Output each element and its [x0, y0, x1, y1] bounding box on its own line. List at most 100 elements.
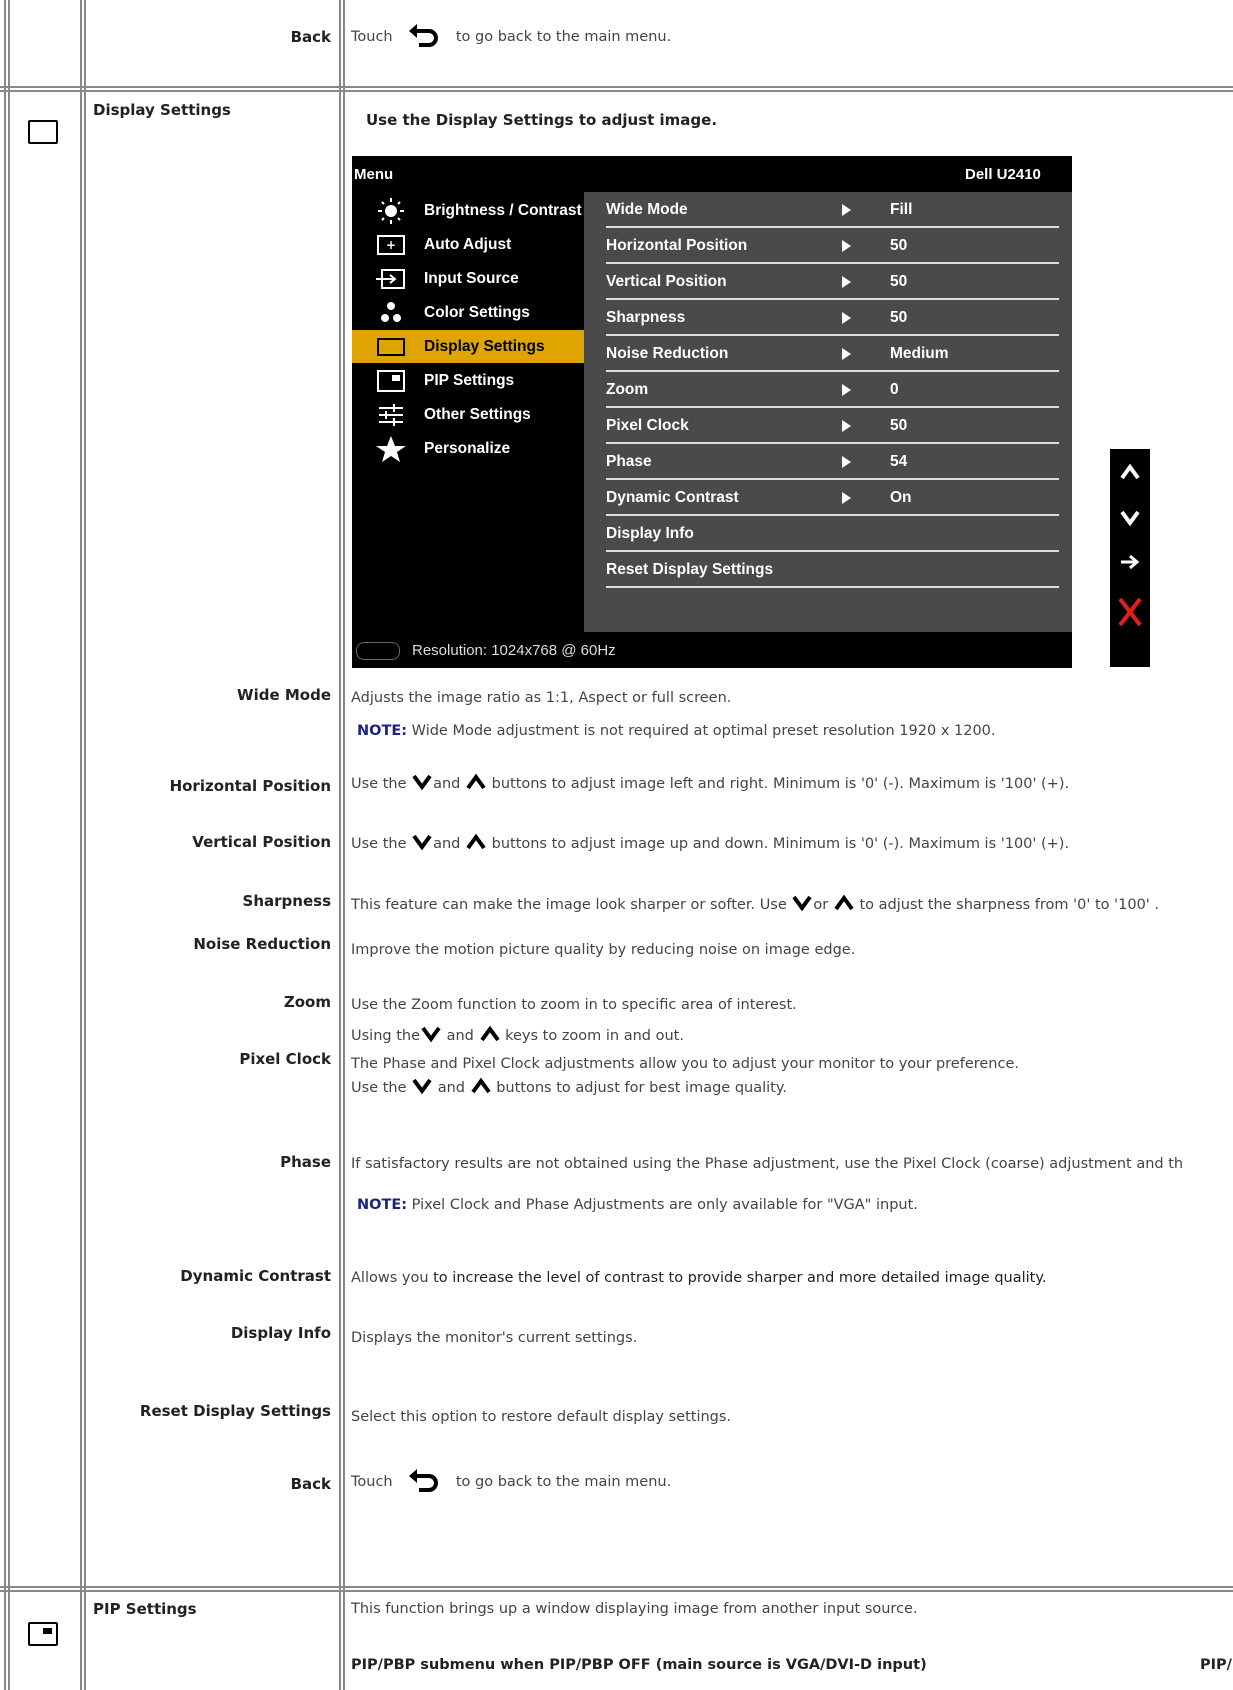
- note-label: NOTE:: [357, 723, 408, 739]
- back-icon: [407, 1465, 441, 1499]
- text-segment: Allows you: [351, 1270, 434, 1286]
- osd-sub-name: Zoom: [606, 381, 649, 398]
- row-label-sharpness: Sharpness: [242, 892, 331, 910]
- osd-header: Menu Dell U2410: [352, 156, 1072, 192]
- row-label-horizontal-position: Horizontal Position: [169, 777, 331, 795]
- back-post: to go back to the main menu.: [455, 1474, 672, 1490]
- text-segment: Using the: [351, 1028, 420, 1044]
- row-label-phase: Phase: [280, 1153, 331, 1171]
- up-arrow-icon[interactable]: [1119, 463, 1141, 485]
- osd-footer: Resolution: 1024x768 @ 60Hz: [352, 632, 1072, 668]
- osd-item-label: Color Settings: [424, 304, 530, 321]
- osd-item-personalize[interactable]: Personalize: [352, 432, 584, 465]
- color-settings-icon: [374, 299, 408, 327]
- text-segment: to adjust the sharpness from '0' to '100…: [854, 897, 1159, 913]
- osd-item-pip-settings[interactable]: PIP Settings: [352, 364, 584, 397]
- text-segment: PIP/PBP submenu when PIP/PBP OFF: [351, 1657, 656, 1673]
- input-source-icon: [374, 265, 408, 293]
- table-border-col2: [339, 0, 341, 1690]
- table-border-col1-inner: [84, 0, 86, 1690]
- osd-item-label: Input Source: [424, 270, 519, 287]
- osd-model: Dell U2410: [965, 166, 1041, 183]
- svg-text:+: +: [386, 238, 396, 252]
- osd-sub-wide-mode[interactable]: Wide Mode Fill: [606, 192, 1059, 228]
- chevron-right-icon: [842, 240, 851, 252]
- row-text-dynamic-contrast: Allows you to increase the level of cont…: [351, 1270, 1047, 1286]
- row-label-pixel-clock: Pixel Clock: [239, 1050, 331, 1068]
- osd-item-label: Display Settings: [424, 338, 545, 355]
- osd-sub-display-info[interactable]: Display Info: [606, 516, 1059, 552]
- osd-item-auto-adjust[interactable]: + Auto Adjust: [352, 228, 584, 261]
- display-settings-icon: [374, 333, 408, 361]
- osd-sub-value: 54: [890, 453, 908, 470]
- row-text-noise-reduction: Improve the motion picture quality by re…: [351, 942, 856, 958]
- row-note-wide-mode: NOTE: Wide Mode adjustment is not requir…: [357, 723, 996, 739]
- osd-submenu: Wide Mode Fill Horizontal Position 50 Vert…: [584, 192, 1072, 632]
- back-description-top: Touch to go back to the main menu.: [351, 20, 671, 54]
- up-arrow-icon: [465, 833, 487, 855]
- pip-submenu-heading: PIP/PBP submenu when PIP/PBP OFF (main s…: [351, 1657, 927, 1673]
- down-arrow-icon: [411, 1077, 433, 1099]
- star-icon: [374, 435, 408, 463]
- osd-sub-sharpness[interactable]: Sharpness 50: [606, 300, 1059, 336]
- osd-sub-value: On: [890, 489, 912, 506]
- text-segment: Use the: [351, 836, 412, 852]
- osd-sub-reset-display-settings[interactable]: Reset Display Settings: [606, 552, 1059, 588]
- osd-sub-vertical-position[interactable]: Vertical Position 50: [606, 264, 1059, 300]
- table-border-col1: [80, 0, 82, 1690]
- text-segment: and: [433, 776, 465, 792]
- osd-sub-horizontal-position[interactable]: Horizontal Position 50: [606, 228, 1059, 264]
- note-text: Pixel Clock and Phase Adjustments are on…: [407, 1197, 918, 1213]
- text-segment: This feature can make the image look sha…: [351, 897, 792, 913]
- osd-sub-value: 0: [890, 381, 899, 398]
- right-arrow-icon[interactable]: [1119, 553, 1141, 575]
- down-arrow-icon[interactable]: [1119, 509, 1141, 531]
- row-text-vertical-position: Use the and buttons to adjust image up a…: [351, 833, 1069, 855]
- pip-window-icon: [43, 1628, 52, 1634]
- text-segment: buttons to adjust image up and down. Min…: [487, 836, 1070, 852]
- osd-main-menu: Brightness / Contrast + Auto Adjust Inpu…: [352, 192, 584, 632]
- close-x-icon[interactable]: [1117, 597, 1143, 631]
- row-divider: [0, 86, 1233, 88]
- osd-item-other-settings[interactable]: Other Settings: [352, 398, 584, 431]
- pip-settings-title: PIP Settings: [93, 1600, 197, 1618]
- osd-sub-phase[interactable]: Phase 54: [606, 444, 1059, 480]
- row-divider: [0, 1590, 1233, 1592]
- osd-item-label: Personalize: [424, 440, 511, 457]
- osd-sub-name: Horizontal Position: [606, 237, 748, 254]
- text-segment: and: [433, 836, 465, 852]
- row-text-zoom: Use the Zoom function to zoom in to spec…: [351, 997, 797, 1013]
- osd-sub-dynamic-contrast[interactable]: Dynamic Contrast On: [606, 480, 1059, 516]
- back-icon: [407, 20, 441, 54]
- osd-item-label: Brightness / Contrast: [424, 202, 582, 219]
- row-text-zoom-keys: Using the and keys to zoom in and out.: [351, 1025, 684, 1047]
- osd-sub-value: 50: [890, 309, 908, 326]
- osd-item-input-source[interactable]: Input Source: [352, 262, 584, 295]
- osd-item-color-settings[interactable]: Color Settings: [352, 296, 584, 329]
- osd-sub-name: Reset Display Settings: [606, 561, 774, 578]
- osd-sub-name: Vertical Position: [606, 273, 727, 290]
- chevron-right-icon: [842, 312, 851, 324]
- chevron-right-icon: [842, 420, 851, 432]
- row-text-reset-display-settings: Select this option to restore default di…: [351, 1409, 732, 1425]
- osd-item-display-settings[interactable]: Display Settings: [352, 330, 584, 363]
- osd-sub-pixel-clock[interactable]: Pixel Clock 50: [606, 408, 1059, 444]
- row-text-sharpness: This feature can make the image look sha…: [351, 894, 1159, 916]
- row-label-dynamic-contrast: Dynamic Contrast: [180, 1267, 331, 1285]
- osd-sub-value: Fill: [890, 201, 913, 218]
- auto-adjust-icon: +: [374, 231, 408, 259]
- text-segment: and: [442, 1028, 479, 1044]
- osd-sub-noise-reduction[interactable]: Noise Reduction Medium: [606, 336, 1059, 372]
- osd-sub-name: Noise Reduction: [606, 345, 729, 362]
- display-settings-intro: Use the Display Settings to adjust image…: [366, 111, 718, 129]
- text-segment: buttons to adjust for best image quality…: [491, 1080, 787, 1096]
- osd-sub-zoom[interactable]: Zoom 0: [606, 372, 1059, 408]
- chevron-right-icon: [842, 276, 851, 288]
- text-segment: keys to zoom in and out.: [500, 1028, 684, 1044]
- osd-item-brightness-contrast[interactable]: Brightness / Contrast: [352, 194, 584, 227]
- up-arrow-icon: [833, 894, 855, 916]
- table-border-left-inner: [8, 0, 10, 1690]
- osd-sub-value: 50: [890, 273, 908, 290]
- row-text-display-info: Displays the monitor's current settings.: [351, 1330, 638, 1346]
- chevron-right-icon: [842, 384, 851, 396]
